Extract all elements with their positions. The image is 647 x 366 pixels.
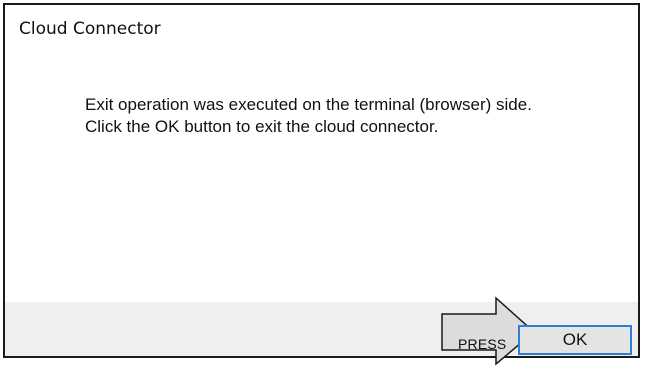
press-label: PRESS — [458, 336, 507, 352]
message-line-2: Click the OK button to exit the cloud co… — [85, 117, 439, 136]
dialog-title: Cloud Connector — [19, 19, 161, 39]
ok-button[interactable]: OK — [518, 325, 632, 355]
cloud-connector-dialog: Cloud Connector Exit operation was execu… — [3, 3, 640, 358]
message-line-1: Exit operation was executed on the termi… — [85, 95, 532, 114]
dialog-message: Exit operation was executed on the termi… — [85, 94, 532, 138]
